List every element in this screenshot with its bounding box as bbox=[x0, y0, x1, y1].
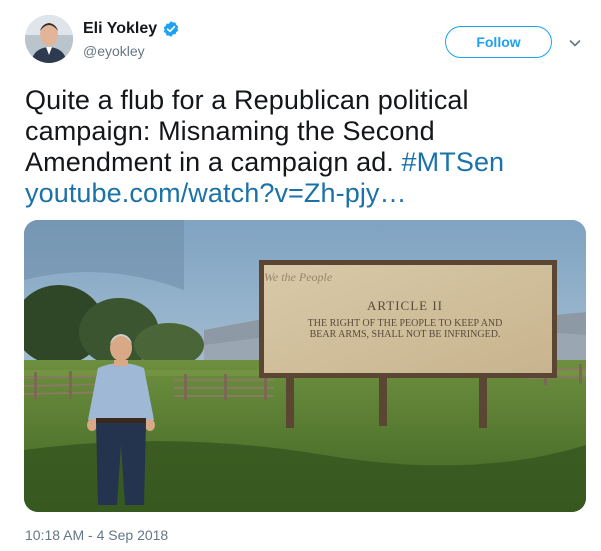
tweet-card: Eli Yokley @eyokley Follow Quite a flub … bbox=[0, 0, 601, 551]
verified-badge-icon bbox=[162, 20, 180, 38]
url-link[interactable]: youtube.com/watch?v=Zh-pjy… bbox=[25, 178, 585, 209]
author-display-name[interactable]: Eli Yokley bbox=[83, 20, 157, 38]
follow-button[interactable]: Follow bbox=[445, 26, 552, 58]
billboard-line-2: BEAR ARMS, SHALL NOT BE INFRINGED. bbox=[309, 329, 501, 340]
tweet-text: Quite a flub for a Republican political … bbox=[25, 85, 585, 209]
author-handle[interactable]: @eyokley bbox=[83, 43, 145, 59]
scene-illustration bbox=[24, 220, 586, 512]
billboard-line-1: THE RIGHT OF THE PEOPLE TO KEEP AND bbox=[307, 318, 503, 329]
media-image[interactable]: We the People ARTICLE II THE RIGHT OF TH… bbox=[24, 220, 586, 512]
chevron-down-icon[interactable] bbox=[568, 36, 582, 50]
billboard-body: THE RIGHT OF THE PEOPLE TO KEEP AND BEAR… bbox=[267, 318, 543, 340]
hashtag-link[interactable]: #MTSen bbox=[402, 147, 505, 177]
author-name-row: Eli Yokley bbox=[83, 20, 180, 38]
avatar[interactable] bbox=[25, 15, 73, 63]
billboard-script: We the People bbox=[264, 270, 333, 284]
tweet-timestamp[interactable]: 10:18 AM - 4 Sep 2018 bbox=[25, 527, 168, 543]
billboard-heading: ARTICLE II bbox=[366, 298, 443, 313]
